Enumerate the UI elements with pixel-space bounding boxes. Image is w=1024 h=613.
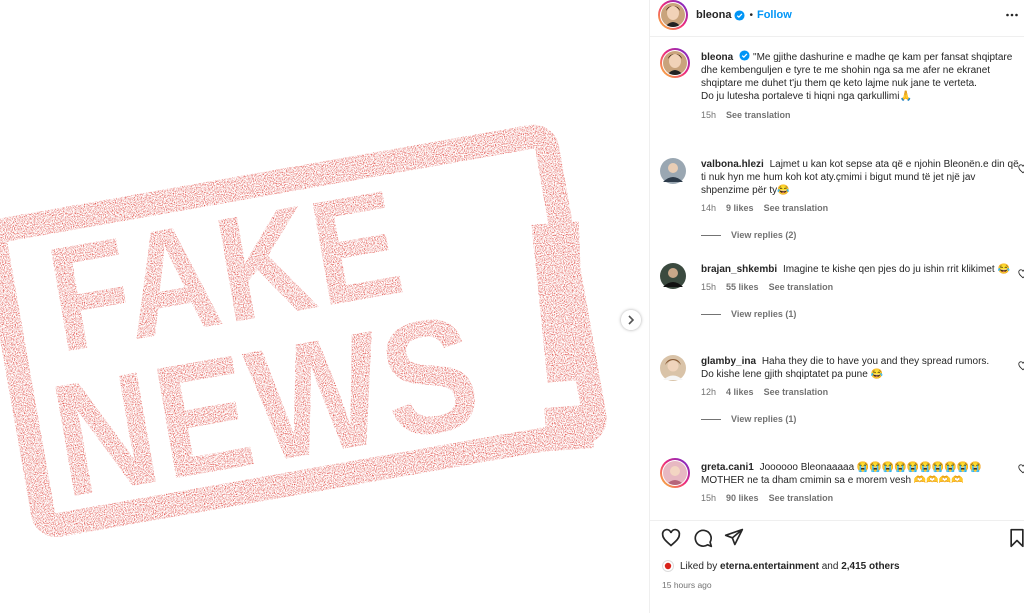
see-translation-link[interactable]: See translation <box>764 386 829 399</box>
comment-likes[interactable]: 4 likes <box>726 386 754 399</box>
liked-by-prefix: Liked by <box>680 560 718 572</box>
caption-avatar-image <box>663 51 687 75</box>
actions-divider <box>650 520 1024 521</box>
header-separator: • <box>749 9 753 21</box>
commenter-avatar[interactable] <box>660 355 686 381</box>
header-divider <box>650 36 1024 37</box>
post-header: bleona • Follow <box>650 0 1024 30</box>
laughing-emoji: 😂 <box>997 264 1010 275</box>
heart-icon[interactable] <box>1018 361 1024 371</box>
replies-line <box>701 314 721 315</box>
replies-line <box>701 235 721 236</box>
heart-icon[interactable] <box>1018 269 1024 279</box>
commenter-avatar[interactable] <box>660 263 686 289</box>
view-replies-button[interactable]: View replies (1) <box>701 413 1024 426</box>
view-replies-button[interactable]: View replies (2) <box>701 229 1024 242</box>
liked-by-others[interactable]: 2,415 others <box>841 561 899 572</box>
commenter-avatar[interactable] <box>660 158 686 184</box>
see-translation-link[interactable]: See translation <box>764 202 829 215</box>
comment-time[interactable]: 15h <box>701 281 716 294</box>
replies-line <box>701 419 721 420</box>
post-timestamp[interactable]: 15 hours ago <box>662 580 712 590</box>
follow-button[interactable]: Follow <box>757 9 792 21</box>
view-replies-label: View replies (1) <box>731 414 797 424</box>
praying-hands-emoji: 🙏 <box>899 91 912 102</box>
liked-by-user[interactable]: eterna.entertainment <box>720 561 819 572</box>
heart-icon[interactable] <box>1018 164 1024 174</box>
post-actions-bar <box>650 522 1024 552</box>
view-replies-button[interactable]: View replies (1) <box>701 308 1024 321</box>
comment-time[interactable]: 14h <box>701 202 716 215</box>
commenter-username[interactable]: greta.cani1 <box>701 462 754 473</box>
comment-time[interactable]: 12h <box>701 386 716 399</box>
fake-news-stamp-image: FAKE NEWS ! <box>0 124 631 537</box>
comment-likes[interactable]: 90 likes <box>726 492 759 505</box>
post-sidebar: bleona • Follow bleona "Me gjithe dashur… <box>649 0 1024 613</box>
comment-icon[interactable] <box>693 528 713 548</box>
comment-text: Haha they die to have you and they sprea… <box>761 356 990 367</box>
stamp-exclamation: ! <box>495 148 630 524</box>
caption-time[interactable]: 15h <box>701 109 716 122</box>
comment-time[interactable]: 15h <box>701 492 716 505</box>
caption-text-line2: Do ju lutesha portaleve ti hiqni nga qar… <box>701 91 900 102</box>
author-username[interactable]: bleona <box>696 9 731 21</box>
view-replies-label: View replies (2) <box>731 230 797 240</box>
comment-text: Imagine te kishe qen pjes do ju ishin rr… <box>782 264 995 275</box>
laughing-emoji: 😂 <box>870 369 884 380</box>
author-avatar[interactable] <box>658 0 688 30</box>
view-replies-label: View replies (1) <box>731 309 797 319</box>
heart-icon[interactable] <box>661 528 681 548</box>
verified-badge-icon <box>739 50 750 61</box>
see-translation-link[interactable]: See translation <box>769 281 834 294</box>
liked-by-summary: Liked by eterna.entertainment and 2,415 … <box>662 560 900 572</box>
comment-text-line2: Do kishe lene gjith shqiptatet pa pune <box>701 369 868 380</box>
comment-likes[interactable]: 55 likes <box>726 281 759 294</box>
heart-icon[interactable] <box>1018 464 1024 474</box>
caption-username[interactable]: bleona <box>701 52 733 63</box>
see-translation-link[interactable]: See translation <box>726 109 791 122</box>
post-media[interactable]: FAKE NEWS ! <box>0 0 648 613</box>
commenter-username[interactable]: valbona.hlezi <box>701 159 764 170</box>
comment-likes[interactable]: 9 likes <box>726 202 754 215</box>
chevron-right-icon <box>628 315 635 325</box>
verified-badge-icon <box>734 9 745 21</box>
next-slide-button[interactable] <box>621 310 641 330</box>
see-translation-link[interactable]: See translation <box>769 492 834 505</box>
more-options-icon[interactable] <box>1005 8 1019 22</box>
commenter-username[interactable]: glamby_ina <box>701 356 756 367</box>
liker-logo-icon <box>664 562 672 570</box>
liker-avatar[interactable] <box>662 560 674 572</box>
share-icon[interactable] <box>724 527 744 547</box>
bookmark-icon[interactable] <box>1007 528 1024 548</box>
caption-avatar[interactable] <box>660 48 690 78</box>
laughing-emoji: 😂 <box>777 185 790 196</box>
commenter-avatar-image <box>663 461 687 485</box>
commenter-username[interactable]: brajan_shkembi <box>701 264 777 275</box>
author-avatar-image <box>661 3 685 27</box>
commenter-avatar[interactable] <box>660 458 690 488</box>
liked-by-and: and <box>821 560 839 572</box>
